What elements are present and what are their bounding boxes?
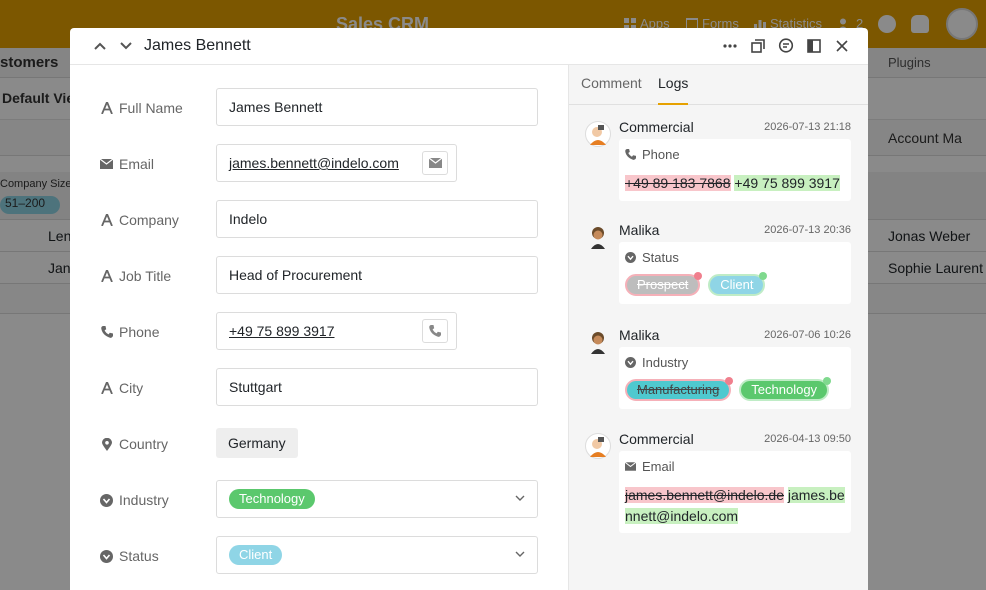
status-option-tag: Client	[229, 545, 283, 565]
field-country: Country Germany	[70, 424, 568, 464]
avatar	[585, 433, 611, 459]
old-option-tag: Manufacturing	[625, 377, 734, 401]
field-label: City	[119, 380, 144, 396]
field-status: Status Client	[70, 536, 568, 576]
log-time: 2026-07-13 20:36	[764, 224, 851, 236]
mail-icon	[100, 158, 113, 171]
comment-icon[interactable]	[776, 36, 796, 56]
mail-icon	[625, 462, 636, 471]
log-user: Commercial	[619, 119, 694, 135]
log-field: Industry	[642, 355, 689, 370]
record-modal: James Bennett Full Name James Bennett Em…	[70, 28, 868, 590]
field-phone: Phone +49 75 899 3917	[70, 312, 568, 352]
old-value: james.bennett@indelo.de	[625, 487, 784, 503]
email-input[interactable]: james.bennett@indelo.com	[216, 144, 457, 182]
log-entry: Malika 2026-07-06 10:26 Industry Manufac…	[585, 327, 851, 413]
field-label: Job Title	[119, 268, 172, 284]
side-panel-icon[interactable]	[804, 36, 824, 56]
text-icon	[100, 382, 113, 395]
field-company: Company Indelo	[70, 200, 568, 240]
send-mail-icon[interactable]	[422, 151, 448, 175]
chevron-down-icon	[515, 551, 525, 557]
field-label: Country	[119, 436, 169, 452]
email-link[interactable]: james.bennett@indelo.com	[229, 155, 399, 171]
chevron-down-icon[interactable]	[116, 36, 136, 56]
log-entry: Commercial 2026-04-13 09:50 Email james.…	[585, 431, 851, 541]
modal-header: James Bennett	[70, 28, 868, 65]
text-icon	[100, 214, 113, 227]
field-label: Company	[119, 212, 179, 228]
chevron-down-icon	[515, 495, 525, 501]
field-industry: Industry Technology	[70, 480, 568, 520]
field-label: Email	[119, 156, 155, 172]
log-field: Email	[642, 459, 675, 474]
close-icon[interactable]	[832, 36, 852, 56]
single-select-icon	[625, 252, 636, 263]
log-card: Status Prospect Client	[619, 242, 851, 304]
log-card: Phone +49 89 183 7868 +49 75 899 3917	[619, 139, 851, 201]
log-time: 2026-04-13 09:50	[764, 433, 851, 445]
status-select[interactable]: Client	[216, 536, 538, 574]
location-icon	[100, 437, 113, 451]
log-field: Phone	[642, 147, 680, 162]
log-time: 2026-07-13 21:18	[764, 121, 851, 133]
activity-tabs: Comment Logs	[569, 65, 868, 105]
new-option-tag: Client	[708, 272, 768, 296]
new-value: +49 75 899 3917	[734, 175, 840, 191]
chevron-up-icon[interactable]	[90, 36, 110, 56]
log-user: Commercial	[619, 431, 694, 447]
phone-link[interactable]: +49 75 899 3917	[229, 323, 335, 339]
avatar	[585, 224, 611, 250]
text-icon	[100, 102, 113, 115]
field-label: Full Name	[119, 100, 183, 116]
record-fields: Full Name James Bennett Email james.benn…	[70, 65, 568, 590]
more-icon[interactable]	[720, 36, 740, 56]
field-label: Industry	[119, 492, 169, 508]
log-card: Industry Manufacturing Technology	[619, 347, 851, 409]
log-user: Malika	[619, 222, 660, 238]
field-job-title: Job Title Head of Procurement	[70, 256, 568, 296]
phone-input[interactable]: +49 75 899 3917	[216, 312, 457, 350]
old-value: +49 89 183 7868	[625, 175, 731, 191]
single-select-icon	[625, 357, 636, 368]
industry-option-tag: Technology	[229, 489, 315, 509]
avatar	[585, 329, 611, 355]
city-input[interactable]: Stuttgart	[216, 368, 538, 406]
tab-comment[interactable]: Comment	[581, 75, 642, 91]
expand-icon[interactable]	[748, 36, 768, 56]
activity-panel: Comment Logs Commercial 2026-07-13 21:18…	[568, 65, 868, 590]
avatar	[585, 121, 611, 147]
single-select-icon	[100, 549, 113, 563]
full-name-input[interactable]: James Bennett	[216, 88, 538, 126]
country-value[interactable]: Germany	[216, 428, 298, 458]
log-entry: Commercial 2026-07-13 21:18 Phone +49 89…	[585, 119, 851, 205]
log-field: Status	[642, 250, 679, 265]
industry-select[interactable]: Technology	[216, 480, 538, 518]
log-time: 2026-07-06 10:26	[764, 329, 851, 341]
tab-logs[interactable]: Logs	[658, 75, 689, 105]
old-option-tag: Prospect	[625, 272, 703, 296]
job-title-input[interactable]: Head of Procurement	[216, 256, 538, 294]
record-title: James Bennett	[144, 37, 251, 54]
phone-icon	[100, 326, 113, 339]
call-icon[interactable]	[422, 319, 448, 343]
log-user: Malika	[619, 327, 660, 343]
field-label: Status	[119, 548, 159, 564]
field-email: Email james.bennett@indelo.com	[70, 144, 568, 184]
field-label: Phone	[119, 324, 160, 340]
log-entry: Malika 2026-07-13 20:36 Status Prospect …	[585, 222, 851, 308]
log-card: Email james.bennett@indelo.de james.benn…	[619, 451, 851, 533]
company-input[interactable]: Indelo	[216, 200, 538, 238]
new-option-tag: Technology	[739, 377, 832, 401]
field-city: City Stuttgart	[70, 368, 568, 408]
single-select-icon	[100, 493, 113, 507]
field-full-name: Full Name James Bennett	[70, 88, 568, 128]
text-icon	[100, 270, 113, 283]
phone-icon	[625, 149, 636, 160]
